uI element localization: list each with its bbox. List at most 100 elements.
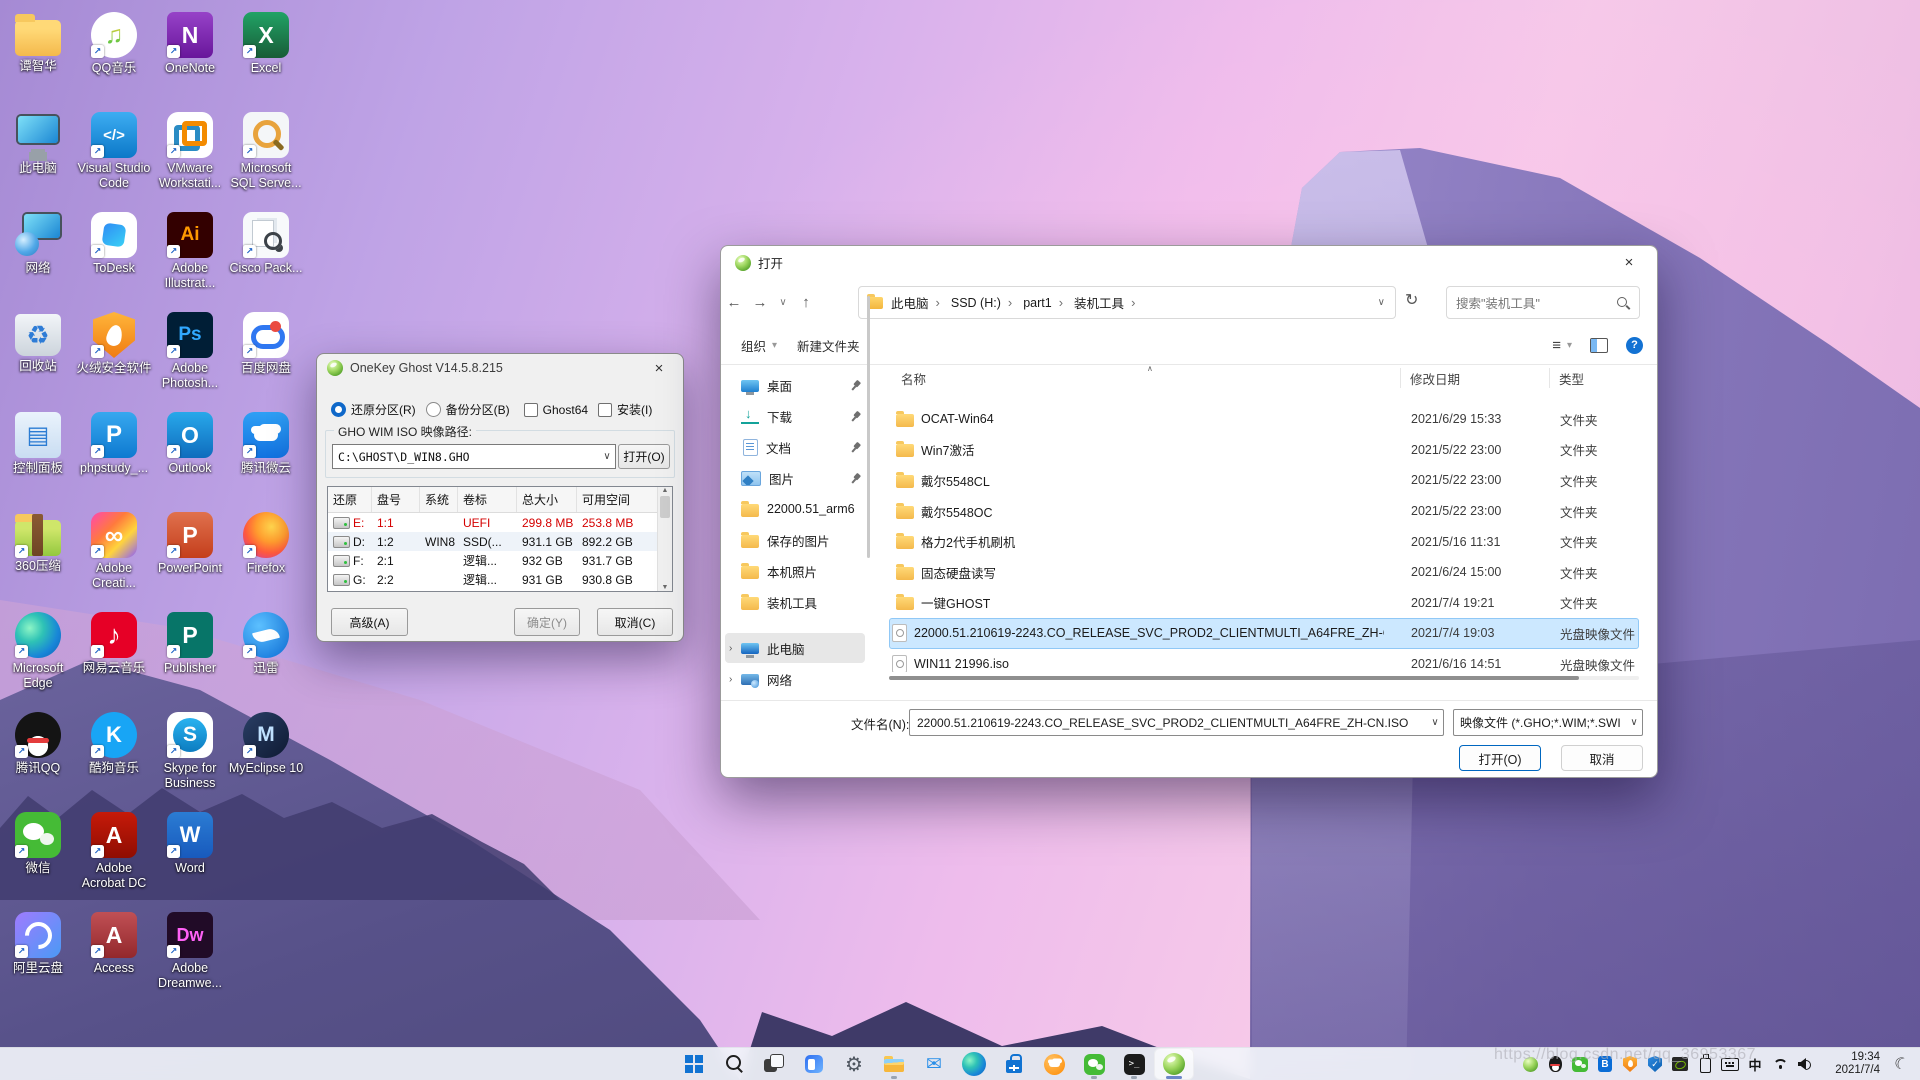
- desktop-icon[interactable]: Adobe Creati...: [76, 512, 152, 612]
- sidebar-item[interactable]: › 图片: [725, 463, 865, 493]
- task-view-button[interactable]: [754, 1048, 794, 1080]
- back-button[interactable]: ←: [721, 294, 747, 311]
- desktop-icon[interactable]: 控制面板: [0, 412, 76, 512]
- advanced-button[interactable]: 高级(A): [331, 608, 408, 636]
- desktop-icon[interactable]: 谭智华: [0, 12, 76, 112]
- 格力2代手机刷机[interactable]: 格力2代手机刷机 2021/5/16 11:31 文件夹: [889, 526, 1639, 557]
- col-volume[interactable]: 卷标: [458, 487, 517, 512]
- breadcrumb-item[interactable]: 此电脑: [889, 291, 949, 314]
- col-system[interactable]: 系统: [420, 487, 458, 512]
- moon-icon[interactable]: ☾: [1891, 1052, 1911, 1075]
- desktop-icon[interactable]: Microsoft SQL Serve...: [228, 112, 304, 212]
- desktop-icon[interactable]: Adobe Acrobat DC: [76, 812, 152, 912]
- search-input[interactable]: 搜索"装机工具": [1446, 286, 1640, 319]
- sidebar-item[interactable]: › 此电脑: [725, 633, 865, 663]
- partition-row[interactable]: D: 1:2 WIN8 SSD(... 931.1 GB 892.2 GB: [328, 532, 672, 551]
- chevron-right-icon[interactable]: ›: [729, 674, 741, 685]
- desktop-icon[interactable]: 百度网盘: [228, 312, 304, 412]
- column-type[interactable]: 类型: [1559, 369, 1584, 388]
- partition-row[interactable]: G: 2:2 逻辑... 931 GB 930.8 GB: [328, 570, 672, 589]
- view-mode-button[interactable]: ≡ ▾: [1552, 337, 1572, 354]
- 一键GHOST[interactable]: 一键GHOST 2021/7/4 19:21 文件夹: [889, 588, 1639, 619]
- desktop-icon[interactable]: Firefox: [228, 512, 304, 612]
- desktop-icon[interactable]: 网络: [0, 212, 76, 312]
- chevron-down-icon[interactable]: ∨: [599, 451, 615, 462]
- up-button[interactable]: ↑: [793, 294, 819, 311]
- desktop-icon[interactable]: VMware Workstati...: [152, 112, 228, 212]
- 戴尔5548OC[interactable]: 戴尔5548OC 2021/5/22 23:00 文件夹: [889, 496, 1639, 527]
- 戴尔5548CL[interactable]: 戴尔5548CL 2021/5/22 23:00 文件夹: [889, 465, 1639, 496]
- cancel-button[interactable]: 取消: [1561, 745, 1643, 771]
- desktop-icon[interactable]: 此电脑: [0, 112, 76, 212]
- preview-pane-icon[interactable]: [1590, 337, 1608, 353]
- open-button[interactable]: 打开(O): [1459, 745, 1541, 771]
- settings-button[interactable]: [834, 1048, 874, 1080]
- desktop-icon[interactable]: Adobe Photosh...: [152, 312, 228, 412]
- help-icon[interactable]: ?: [1626, 336, 1643, 354]
- wifi-icon[interactable]: [1771, 1055, 1789, 1073]
- desktop-icon[interactable]: Microsoft Edge: [0, 612, 76, 712]
- new-folder-button[interactable]: 新建文件夹: [797, 336, 860, 355]
- cloud-app-button[interactable]: [1034, 1048, 1074, 1080]
- onekey-ghost-titlebar[interactable]: OneKey Ghost V14.5.8.215 ×: [317, 354, 683, 382]
- desktop-icon[interactable]: Cisco Pack...: [228, 212, 304, 312]
- desktop-icon[interactable]: QQ音乐: [76, 12, 152, 112]
- wechat-button[interactable]: [1074, 1048, 1114, 1080]
- desktop-icon[interactable]: Publisher: [152, 612, 228, 712]
- desktop-icon[interactable]: 微信: [0, 812, 76, 912]
- filename-combobox[interactable]: 22000.51.210619-2243.CO_RELEASE_SVC_PROD…: [909, 709, 1444, 736]
- column-date-modified[interactable]: 修改日期: [1410, 369, 1460, 388]
- desktop-icon[interactable]: Visual Studio Code: [76, 112, 152, 212]
- image-path-combobox[interactable]: C:\GHOST\D_WIN8.GHO ∨: [332, 444, 616, 469]
- WIN11 21996.iso[interactable]: WIN11 21996.iso 2021/6/16 14:51 光盘映像文件: [889, 649, 1639, 672]
- volume-icon[interactable]: [1796, 1055, 1814, 1073]
- forward-button[interactable]: →: [747, 294, 773, 311]
- desktop-icon[interactable]: phpstudy_...: [76, 412, 152, 512]
- sidebar-item[interactable]: › 装机工具: [725, 587, 865, 617]
- open-dialog-titlebar[interactable]: 打开 ×: [721, 246, 1657, 279]
- desktop-icon[interactable]: Excel: [228, 12, 304, 112]
- col-restore[interactable]: 还原: [328, 487, 372, 512]
- partition-row[interactable]: F: 2:1 逻辑... 932 GB 931.7 GB: [328, 551, 672, 570]
- desktop-icon[interactable]: 酷狗音乐: [76, 712, 152, 812]
- sidebar-item[interactable]: › 文档: [725, 432, 865, 462]
- Win7激活[interactable]: Win7激活 2021/5/22 23:00 文件夹: [889, 435, 1639, 466]
- edge-button[interactable]: [954, 1048, 994, 1080]
- browse-open-button[interactable]: 打开(O): [618, 444, 670, 469]
- sidebar-item[interactable]: › 网络: [725, 664, 865, 694]
- desktop-icon[interactable]: OneNote: [152, 12, 228, 112]
- recent-locations-chevron[interactable]: ∨: [773, 297, 793, 308]
- onekey-ghost-button[interactable]: [1154, 1048, 1194, 1080]
- desktop-icon[interactable]: 360压缩: [0, 512, 76, 612]
- sidebar-item[interactable]: › 下载: [725, 401, 865, 431]
- OCAT-Win64[interactable]: OCAT-Win64 2021/6/29 15:33 文件夹: [889, 404, 1639, 435]
- backup-partition-radio[interactable]: [425, 402, 441, 417]
- partition-row[interactable]: E: 1:1 UEFI 299.8 MB 253.8 MB: [328, 513, 672, 532]
- 固态硬盘读写[interactable]: 固态硬盘读写 2021/6/24 15:00 文件夹: [889, 557, 1639, 588]
- desktop-icon[interactable]: 阿里云盘: [0, 912, 76, 1012]
- sidebar-item[interactable]: › 22000.51_arm64: [725, 494, 865, 524]
- desktop-icon[interactable]: Word: [152, 812, 228, 912]
- clock[interactable]: 19:34 2021/7/4: [1835, 1051, 1880, 1077]
- address-dropdown-chevron[interactable]: ∨: [1378, 297, 1389, 308]
- col-free-space[interactable]: 可用空间: [577, 487, 658, 512]
- desktop-icon[interactable]: Adobe Illustrat...: [152, 212, 228, 312]
- desktop-icon[interactable]: Adobe Dreamwe...: [152, 912, 228, 1012]
- address-bar[interactable]: 此电脑SSD (H:)part1装机工具 ∨: [858, 286, 1396, 319]
- chevron-down-icon[interactable]: ∨: [1626, 717, 1642, 728]
- col-total-size[interactable]: 总大小: [517, 487, 577, 512]
- desktop-icon[interactable]: ToDesk: [76, 212, 152, 312]
- sidebar-item[interactable]: › 桌面: [725, 370, 865, 400]
- table-scrollbar[interactable]: ▲ ▼: [657, 487, 672, 591]
- close-icon[interactable]: ×: [1615, 254, 1643, 271]
- sidebar-item[interactable]: › 保存的图片: [725, 525, 865, 555]
- sidebar-item[interactable]: › 本机照片: [725, 556, 865, 586]
- desktop-icon[interactable]: Skype for Business: [152, 712, 228, 812]
- microsoft-store-button[interactable]: [994, 1048, 1034, 1080]
- start-button[interactable]: [674, 1048, 714, 1080]
- desktop-icon[interactable]: 网易云音乐: [76, 612, 152, 712]
- desktop-icon[interactable]: 火绒安全软件: [76, 312, 152, 412]
- desktop-icon[interactable]: 迅雷: [228, 612, 304, 712]
- horizontal-scrollbar[interactable]: [889, 676, 1639, 680]
- column-name[interactable]: 名称: [901, 369, 926, 388]
